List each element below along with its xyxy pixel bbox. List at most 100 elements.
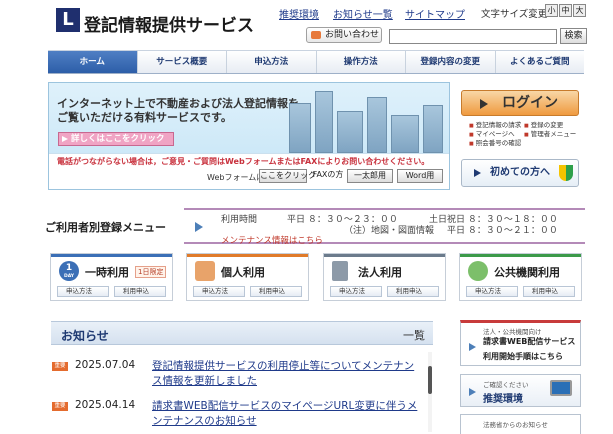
- hours-label: 利用時間: [221, 215, 258, 225]
- tab-faq[interactable]: よくあるご質問: [496, 51, 585, 73]
- banner-detail-button[interactable]: 詳しくはここをクリック: [58, 132, 174, 146]
- beginner-button[interactable]: 初めての方へ: [461, 159, 579, 187]
- tab-application[interactable]: 申込方法: [227, 51, 317, 73]
- font-size-small-button[interactable]: 小: [545, 4, 558, 17]
- login-menu-item[interactable]: 照会番号の確認: [469, 139, 524, 148]
- webform-label: Webフォームは: [207, 173, 265, 182]
- people-icon: [468, 261, 488, 281]
- tab-operation[interactable]: 操作方法: [317, 51, 406, 73]
- tab-home[interactable]: ホーム: [48, 51, 138, 73]
- card-badge: 1日限定: [135, 266, 167, 278]
- news-title: お知らせ: [61, 329, 109, 343]
- beginner-mark-icon: [559, 165, 573, 181]
- login-menu: 登記情報の請求 登録の変更 マイページへ 管理者メニュー 照会番号の確認: [469, 121, 579, 148]
- login-menu-item[interactable]: マイページへ: [469, 130, 524, 139]
- building-illustration: [367, 97, 387, 153]
- office-building-icon: [332, 261, 348, 281]
- card-label: 一時利用: [85, 266, 129, 279]
- news-link[interactable]: 登記情報提供サービスの利用停止等についてメンテナンス情報を更新しました: [152, 359, 422, 389]
- search-input[interactable]: [389, 29, 557, 44]
- site-logo[interactable]: L 登記情報提供サービス: [56, 8, 254, 36]
- building-illustration: [423, 105, 443, 153]
- login-menu-item[interactable]: 管理者メニュー: [524, 130, 579, 139]
- arrow-right-icon: [195, 222, 203, 232]
- beginner-label: 初めての方へ: [490, 167, 550, 178]
- card-accent: [460, 254, 581, 257]
- user-menu-heading: ご利用者別登録メニュー: [45, 221, 166, 234]
- news-all-link[interactable]: 一覧: [403, 327, 425, 343]
- news-date: 2025.04.14: [75, 399, 136, 411]
- news-tag: 重要: [52, 402, 68, 411]
- header-link-sitemap[interactable]: サイトマップ: [405, 6, 465, 21]
- header-link-news-list[interactable]: お知らせ一覧: [333, 6, 393, 21]
- webform-button[interactable]: ここをクリック: [259, 169, 316, 183]
- news-header: お知らせ 一覧: [51, 321, 433, 345]
- font-size-medium-button[interactable]: 中: [559, 4, 572, 17]
- header-link-recommended-env[interactable]: 推奨環境: [279, 6, 319, 21]
- card-apply-method-button[interactable]: 申込方法: [466, 286, 518, 297]
- login-menu-item[interactable]: 登記情報の請求: [469, 121, 524, 130]
- site-title: 登記情報提供サービス: [84, 16, 254, 36]
- arrow-right-icon: [469, 388, 476, 396]
- user-card-public-institution[interactable]: 公共機関利用 申込方法 利用申込: [459, 253, 582, 301]
- contact-button[interactable]: お問い合わせ: [306, 27, 382, 43]
- building-illustration: [391, 115, 419, 153]
- recommended-env-promo[interactable]: ご確認ください 推奨環境: [460, 374, 581, 407]
- play-icon: [480, 99, 488, 109]
- ministry-notice-promo[interactable]: 法務省からのお知らせ: [460, 414, 581, 434]
- phone-icon: [311, 31, 321, 39]
- font-size-label: 文字サイズ変更: [481, 9, 548, 20]
- building-illustration: [337, 111, 363, 153]
- card-apply-method-button[interactable]: 申込方法: [193, 286, 245, 297]
- card-apply-button[interactable]: 利用申込: [114, 286, 166, 297]
- card-label: 公共機関利用: [494, 266, 560, 279]
- promo-title: 請求書WEB配信サービス: [483, 337, 576, 346]
- card-accent: [187, 254, 308, 257]
- building-illustration: [289, 103, 311, 153]
- user-card-corporate[interactable]: 法人利用 申込方法 利用申込: [323, 253, 446, 301]
- login-button[interactable]: ログイン: [461, 90, 579, 116]
- hours-note-weekday: 平日 ８：３０～２１：００: [447, 226, 558, 236]
- tab-registration-change[interactable]: 登録内容の変更: [406, 51, 496, 73]
- maintenance-link[interactable]: メンテナンス情報はこちら: [221, 234, 323, 246]
- banner-detail-label: 詳しくはここをクリック: [71, 134, 165, 144]
- font-size-large-button[interactable]: 大: [573, 4, 586, 17]
- login-menu-item[interactable]: 登録の変更: [524, 121, 579, 130]
- login-label: ログイン: [502, 95, 558, 111]
- promo-small-text: ご確認ください: [483, 381, 529, 389]
- user-card-personal[interactable]: 個人利用 申込方法 利用申込: [186, 253, 309, 301]
- banner-headline: インターネット上で不動産および法人登記情報を ご覧いただける有料サービスです。: [57, 97, 299, 125]
- house-icon: [195, 261, 215, 281]
- search-button[interactable]: 検索: [560, 28, 587, 44]
- card-accent: [51, 254, 172, 257]
- main-nav: ホーム サービス概要 申込方法 操作方法 登録内容の変更 よくあるご質問: [48, 50, 584, 74]
- tab-service-overview[interactable]: サービス概要: [138, 51, 227, 73]
- invoice-web-promo[interactable]: 法人・公共機関向け 請求書WEB配信サービス 利用開始手順はこちら: [460, 320, 581, 366]
- calendar-icon-sub: DAY: [63, 274, 75, 279]
- news-link[interactable]: 請求書WEB配信サービスのマイページURL変更に伴うメンテナンスのお知らせ: [152, 399, 422, 429]
- news-date: 2025.07.04: [75, 359, 136, 371]
- card-apply-button[interactable]: 利用申込: [250, 286, 302, 297]
- arrow-right-icon: [469, 343, 476, 351]
- fax-ichitaro-button[interactable]: 一太郎用: [347, 169, 393, 183]
- card-apply-button[interactable]: 利用申込: [387, 286, 439, 297]
- banner-headline-line-1: インターネット上で不動産および法人登記情報を: [57, 97, 299, 110]
- hero-banner: インターネット上で不動産および法人登記情報を ご覧いただける有料サービスです。 …: [48, 82, 450, 190]
- news-scrollbar-thumb[interactable]: [428, 366, 432, 394]
- fax-word-button[interactable]: Word用: [397, 169, 443, 183]
- play-icon: [474, 169, 481, 177]
- card-apply-button[interactable]: 利用申込: [523, 286, 575, 297]
- card-accent: [324, 254, 445, 257]
- card-label: 法人利用: [358, 266, 402, 279]
- play-icon: [62, 136, 68, 142]
- card-apply-method-button[interactable]: 申込方法: [330, 286, 382, 297]
- calendar-icon-number: 1: [65, 263, 73, 273]
- contact-label: お問い合わせ: [325, 30, 380, 40]
- hours-note: （注）地図・図面情報: [344, 226, 435, 236]
- fax-label: FAXの方: [312, 170, 344, 179]
- user-card-temporary[interactable]: 1 DAY 一時利用 1日限定 申込方法 利用申込: [50, 253, 173, 301]
- banner-headline-line-2: ご覧いただける有料サービスです。: [57, 111, 232, 124]
- news-tag: 重要: [52, 362, 68, 371]
- card-apply-method-button[interactable]: 申込方法: [57, 286, 109, 297]
- promo-small-text: 法務省からのお知らせ: [483, 421, 548, 429]
